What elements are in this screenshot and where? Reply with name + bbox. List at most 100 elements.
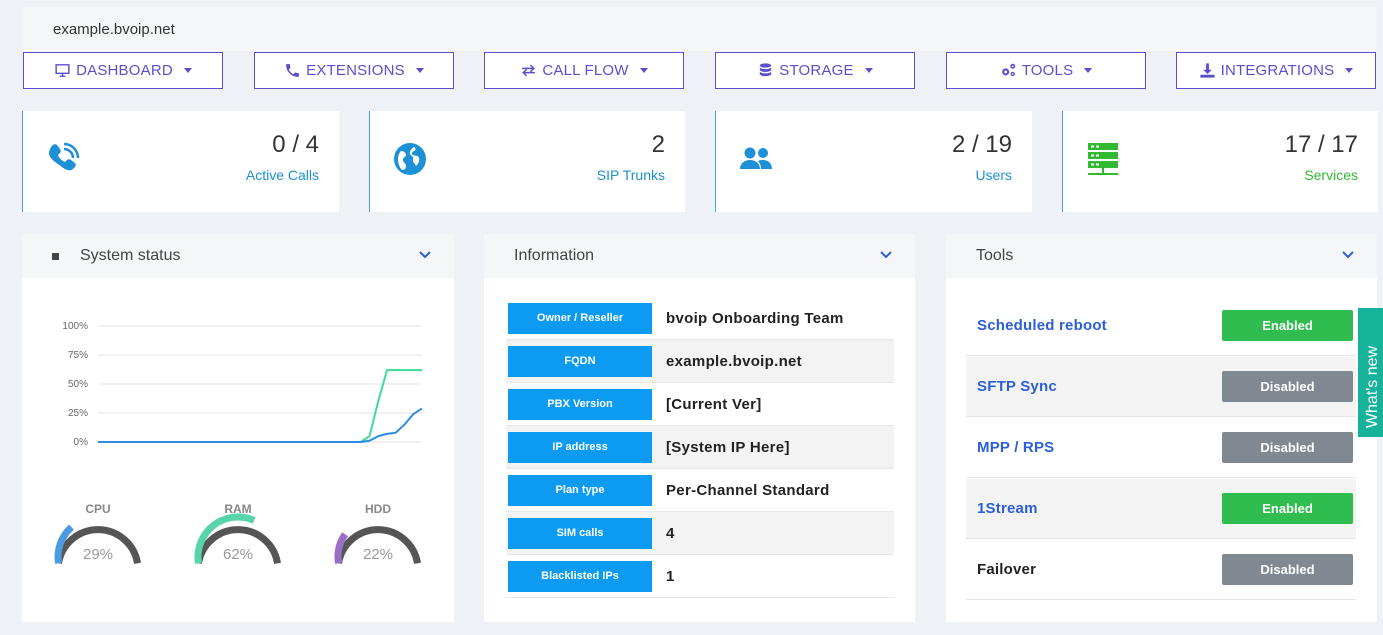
- chart-y-tick: 75%: [68, 350, 88, 361]
- status-badge-enabled[interactable]: Enabled: [1222, 493, 1353, 524]
- panel-title: Tools: [976, 247, 1014, 264]
- caret-down-icon: [639, 68, 648, 73]
- phone-volume-icon: [49, 142, 80, 171]
- nav-call-flow-button[interactable]: CALL FLOW: [484, 52, 684, 89]
- info-row-plan-type: Plan type Per-Channel Standard: [506, 469, 894, 512]
- tool-link-scheduled-reboot[interactable]: Scheduled reboot: [977, 317, 1107, 334]
- gauge-value: 62%: [223, 546, 253, 563]
- stat-label: Services: [1304, 167, 1358, 183]
- info-key: Owner / Reseller: [508, 302, 652, 334]
- stat-value: 0 / 4: [272, 131, 319, 158]
- nav-label: EXTENSIONS: [306, 62, 405, 79]
- tool-label-failover: Failover: [977, 561, 1037, 578]
- stat-value: 2: [651, 131, 665, 158]
- stat-value: 2 / 19: [951, 131, 1012, 158]
- status-badge-disabled[interactable]: Disabled: [1222, 371, 1353, 402]
- tools-header[interactable]: Tools: [946, 234, 1377, 278]
- status-badge-enabled[interactable]: Enabled: [1222, 310, 1353, 341]
- info-row-fqdn: FQDN example.bvoip.net: [506, 340, 894, 383]
- whats-new-label: What's new: [1364, 345, 1381, 429]
- server-network-icon: [1088, 143, 1118, 175]
- monitor-icon: [55, 64, 70, 77]
- tool-row-scheduled-reboot: Scheduled reboot Enabled: [966, 296, 1356, 356]
- gauge-label: RAM: [224, 502, 251, 516]
- tools-panel: Tools Scheduled reboot Enabled SFTP Sync…: [946, 234, 1377, 622]
- cogs-icon: [1001, 63, 1015, 77]
- gauge-label: CPU: [85, 502, 110, 516]
- info-row-blacklisted-ips: Blacklisted IPs 1: [506, 555, 894, 598]
- exchange-icon: [522, 64, 536, 77]
- chart-y-tick: 100%: [62, 321, 88, 332]
- stat-card-active-calls[interactable]: 0 / 4 Active Calls: [22, 111, 339, 212]
- info-value: 1: [666, 567, 675, 585]
- tool-link-1stream[interactable]: 1Stream: [977, 500, 1038, 517]
- info-row-sim-calls: SIM calls 4: [506, 512, 894, 555]
- caret-down-icon: [864, 68, 873, 73]
- info-value: example.bvoip.net: [666, 352, 802, 370]
- tool-link-mpp-rps[interactable]: MPP / RPS: [977, 439, 1054, 456]
- info-row-owner: Owner / Reseller bvoip Onboarding Team: [506, 297, 894, 340]
- info-key: SIM calls: [508, 517, 652, 549]
- info-value: [Current Ver]: [666, 395, 762, 413]
- globe-icon: [394, 143, 426, 175]
- info-row-pbx-version: PBX Version [Current Ver]: [506, 383, 894, 426]
- caret-down-icon: [415, 68, 424, 73]
- tool-row-mpp-rps: MPP / RPS Disabled: [966, 418, 1356, 478]
- information-header[interactable]: Information: [484, 234, 915, 278]
- info-key: FQDN: [508, 345, 652, 377]
- system-status-panel: System status 100% 75% 50% 25% 0% CPU 29% RAM 6…: [22, 234, 454, 622]
- stat-card-sip-trunks[interactable]: 2 SIP Trunks: [369, 111, 685, 212]
- domain-title: example.bvoip.net: [53, 21, 175, 38]
- chart-y-tick: 25%: [68, 408, 88, 419]
- tool-link-sftp-sync[interactable]: SFTP Sync: [977, 378, 1057, 395]
- gauge-label: HDD: [365, 502, 391, 516]
- stat-label: Users: [975, 167, 1012, 183]
- system-status-header[interactable]: System status: [22, 234, 454, 278]
- phone-icon: [286, 64, 300, 77]
- square-icon: [52, 252, 59, 260]
- tool-row-failover: Failover Disabled: [966, 540, 1356, 600]
- information-panel: Information Owner / Reseller bvoip Onboa…: [484, 234, 915, 622]
- top-bar: example.bvoip.net: [23, 7, 1377, 51]
- panel-title: System status: [80, 247, 181, 264]
- stat-card-users[interactable]: 2 / 19 Users: [715, 111, 1032, 212]
- info-value: [System IP Here]: [666, 438, 790, 456]
- info-row-ip-address: IP address [System IP Here]: [506, 426, 894, 469]
- caret-down-icon: [1084, 68, 1093, 73]
- tool-row-sftp-sync: SFTP Sync Disabled: [966, 357, 1356, 417]
- system-chart: 100% 75% 50% 25% 0% CPU 29% RAM 62% HDD 22%: [54, 321, 423, 564]
- info-key: Blacklisted IPs: [508, 560, 652, 592]
- nav-extensions-button[interactable]: EXTENSIONS: [254, 52, 454, 89]
- chevron-down-icon[interactable]: [879, 248, 893, 262]
- nav-dashboard-button[interactable]: DASHBOARD: [23, 52, 223, 89]
- status-badge-disabled[interactable]: Disabled: [1222, 432, 1353, 463]
- chart-y-tick: 0%: [74, 437, 89, 448]
- gauge-value: 29%: [83, 546, 113, 563]
- nav-label: TOOLS: [1021, 62, 1074, 79]
- nav-tools-button[interactable]: TOOLS: [946, 52, 1146, 89]
- chevron-down-icon[interactable]: [418, 248, 432, 262]
- chart-series-line: [98, 369, 422, 443]
- stat-value: 17 / 17: [1284, 131, 1358, 158]
- caret-down-icon: [1345, 68, 1354, 73]
- panel-title: Information: [514, 247, 595, 264]
- info-value: 4: [666, 524, 675, 542]
- nav-integrations-button[interactable]: INTEGRATIONS: [1176, 52, 1376, 89]
- nav-storage-button[interactable]: STORAGE: [715, 52, 915, 89]
- chart-y-tick: 50%: [68, 379, 88, 390]
- info-key: IP address: [508, 431, 652, 463]
- stat-card-services[interactable]: 17 / 17 Services: [1062, 111, 1378, 212]
- chevron-down-icon[interactable]: [1341, 248, 1355, 262]
- info-value: bvoip Onboarding Team: [666, 309, 844, 327]
- stat-label: Active Calls: [245, 167, 319, 183]
- stat-label: SIP Trunks: [596, 167, 665, 183]
- gauge-value: 22%: [363, 546, 393, 563]
- info-value: Per-Channel Standard: [666, 481, 830, 499]
- status-badge-disabled[interactable]: Disabled: [1222, 554, 1353, 585]
- database-icon: [760, 63, 772, 77]
- whats-new-tab[interactable]: What's new: [1358, 308, 1383, 437]
- nav-label: CALL FLOW: [542, 62, 629, 79]
- caret-down-icon: [183, 68, 192, 73]
- nav-label: INTEGRATIONS: [1220, 62, 1335, 79]
- info-key: PBX Version: [508, 388, 652, 420]
